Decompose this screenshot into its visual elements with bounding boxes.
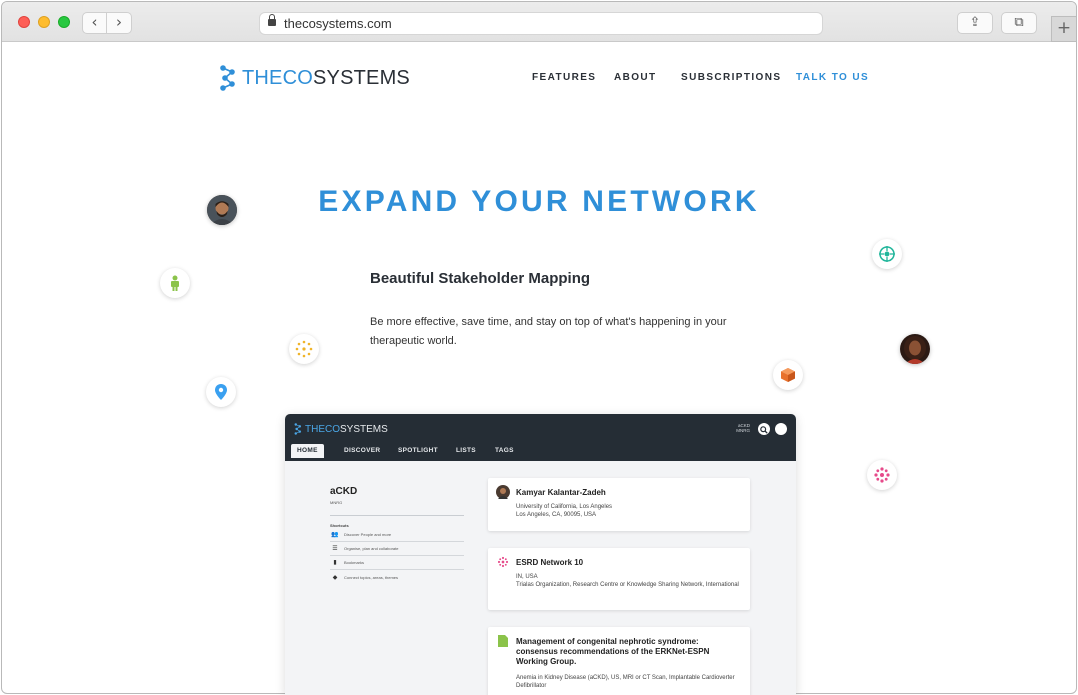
app-tab-discover[interactable]: DISCOVER bbox=[344, 447, 380, 454]
app-tab-lists[interactable]: LISTS bbox=[456, 447, 476, 454]
person-icon bbox=[171, 275, 179, 291]
app-logo: THECOSYSTEMS bbox=[294, 423, 388, 435]
card-detail: University of California, Los Angeles Lo… bbox=[516, 504, 613, 518]
user-avatar-icon[interactable] bbox=[775, 423, 787, 435]
app-tab-tags[interactable]: TAGS bbox=[495, 447, 514, 454]
list-icon: ☰ bbox=[332, 545, 338, 552]
shortcut-bookmarks[interactable]: ▮ Bookmarks bbox=[330, 556, 464, 570]
people-icon: 👥 bbox=[331, 531, 339, 538]
bubble-person bbox=[160, 268, 190, 298]
app-tab-home[interactable]: HOME bbox=[291, 444, 324, 458]
nav-features[interactable]: FEATURES bbox=[532, 72, 596, 83]
app-brand-name: THECOSYSTEMS bbox=[305, 423, 388, 435]
person-photo-icon bbox=[900, 334, 930, 364]
app-sidebar: aCKD MNRG Shortcuts 👥 Discover People and… bbox=[330, 486, 464, 584]
app-user-label: aCKD MNRG bbox=[736, 423, 750, 433]
card-detail: Anemia in Kidney Disease (aCKD), US, MRI… bbox=[516, 675, 735, 689]
app-header: THECOSYSTEMS aCKD MNRG HOME DISCOVER SPO… bbox=[285, 414, 796, 461]
app-preview: THECOSYSTEMS aCKD MNRG HOME DISCOVER SPO… bbox=[285, 414, 796, 695]
bubble-cube bbox=[773, 360, 803, 390]
close-window-button[interactable] bbox=[18, 16, 30, 28]
chevron-right-icon: › bbox=[116, 13, 122, 31]
nav-about[interactable]: ABOUT bbox=[614, 72, 657, 83]
back-button[interactable]: ‹ bbox=[82, 12, 107, 34]
person-photo-icon bbox=[207, 195, 237, 225]
address-bar[interactable]: thecosystems.com bbox=[259, 12, 823, 35]
cube-icon bbox=[781, 368, 795, 382]
nav-subscriptions[interactable]: SUBSCRIPTIONS bbox=[681, 72, 781, 83]
chevron-left-icon: ‹ bbox=[91, 13, 98, 31]
theco-logo-icon bbox=[220, 65, 235, 91]
minimize-window-button[interactable] bbox=[38, 16, 50, 28]
sidebar-subtitle: MNRG bbox=[330, 500, 343, 505]
brand-name: THECOSYSTEMS bbox=[242, 66, 410, 89]
share-button[interactable]: ⇪ bbox=[957, 12, 993, 34]
bubble-target bbox=[872, 239, 902, 269]
crosshair-icon bbox=[879, 246, 895, 262]
map-pin-icon bbox=[215, 384, 227, 400]
forward-button[interactable]: › bbox=[107, 12, 132, 34]
site-logo[interactable]: THECOSYSTEMS bbox=[219, 64, 410, 92]
bookmark-icon: ▮ bbox=[333, 559, 337, 566]
network-dots-icon bbox=[295, 340, 313, 358]
card-organization[interactable]: ESRD Network 10 IN, USA Trialas Organiza… bbox=[488, 548, 750, 610]
shortcut-discover[interactable]: 👥 Discover People and more bbox=[330, 528, 464, 542]
bubble-flower bbox=[867, 460, 897, 490]
app-tab-spotlight[interactable]: SPOTLIGHT bbox=[398, 447, 438, 454]
show-tabs-button[interactable]: ⧉ bbox=[1001, 12, 1037, 34]
tag-icon: ◆ bbox=[332, 573, 338, 581]
nav-talk-to-us[interactable]: TALK TO US bbox=[796, 72, 869, 83]
search-icon[interactable] bbox=[758, 423, 770, 435]
sidebar-title: aCKD bbox=[330, 486, 358, 497]
flower-dots-icon bbox=[874, 467, 890, 483]
divider bbox=[330, 515, 464, 516]
avatar-woman bbox=[900, 334, 930, 364]
theco-logo-icon bbox=[294, 423, 302, 435]
card-title: ESRD Network 10 bbox=[516, 558, 584, 567]
bubble-location bbox=[206, 377, 236, 407]
card-detail: IN, USA Trialas Organization, Research C… bbox=[516, 574, 739, 588]
bubble-network bbox=[289, 334, 319, 364]
flower-dots-icon bbox=[496, 555, 510, 569]
plus-icon: + bbox=[1056, 18, 1072, 38]
share-icon: ⇪ bbox=[969, 15, 981, 30]
section-description: Be more effective, save time, and stay o… bbox=[370, 316, 727, 347]
browser-titlebar: ‹ › thecosystems.com ⇪ ⧉ + bbox=[2, 2, 1076, 42]
document-icon bbox=[496, 634, 510, 648]
shortcut-connect[interactable]: ◆ Connect topics, areas, themes bbox=[330, 570, 464, 584]
address-url: thecosystems.com bbox=[284, 16, 392, 31]
new-tab-button[interactable]: + bbox=[1051, 16, 1076, 42]
tabs-icon: ⧉ bbox=[1014, 15, 1024, 30]
hero-title: EXPAND YOUR NETWORK bbox=[318, 185, 760, 218]
avatar-man bbox=[207, 195, 237, 225]
card-title: Management of congenital nephrotic syndr… bbox=[516, 637, 710, 666]
card-person[interactable]: Kamyar Kalantar-Zadeh University of Cali… bbox=[488, 478, 750, 531]
zoom-window-button[interactable] bbox=[58, 16, 70, 28]
shortcut-organise[interactable]: ☰ Organise, plan and collaborate bbox=[330, 542, 464, 556]
card-publication[interactable]: Management of congenital nephrotic syndr… bbox=[488, 627, 750, 695]
card-title: Kamyar Kalantar-Zadeh bbox=[516, 488, 606, 497]
lock-icon bbox=[268, 14, 276, 26]
person-avatar-icon bbox=[496, 485, 510, 499]
section-subtitle: Beautiful Stakeholder Mapping bbox=[370, 270, 591, 287]
